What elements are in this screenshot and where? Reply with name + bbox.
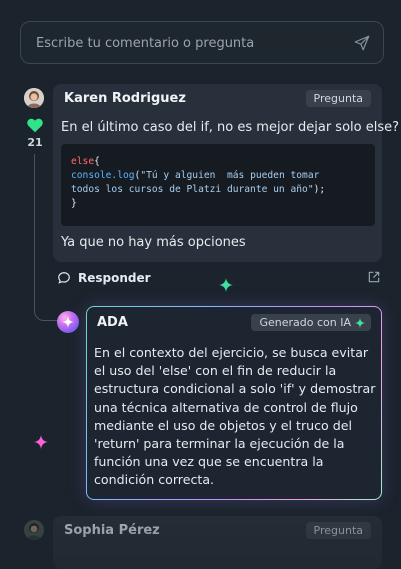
code-function: console.log — [71, 170, 135, 181]
avatar — [24, 88, 44, 108]
comment-question: En el último caso del if, no es mejor de… — [61, 120, 399, 135]
sparkle-icon — [355, 317, 365, 328]
question-badge: Pregunta — [305, 522, 371, 539]
chat-bubble-icon — [58, 272, 70, 284]
code-brace: { — [94, 156, 100, 167]
ada-avatar — [57, 311, 79, 333]
comment-author: Sophia Pérez — [64, 523, 160, 538]
sparkle-icon — [219, 278, 233, 292]
code-block: else{ console.log("Tú y alguien más pued… — [61, 144, 375, 226]
comment-search-box[interactable] — [20, 21, 384, 65]
ai-answer-card: ADA Generado con IA En el contexto del e… — [86, 306, 382, 500]
comment-author: Karen Rodriguez — [64, 91, 186, 106]
sparkle-icon — [34, 435, 48, 449]
avatar — [24, 520, 44, 540]
code-end: ); — [313, 184, 326, 195]
like-count: 21 — [27, 136, 43, 149]
comment-input[interactable] — [34, 22, 348, 65]
code-brace-close: } — [71, 198, 77, 209]
code-keyword: else — [71, 156, 95, 167]
comment-card: Karen Rodriguez Pregunta En el último ca… — [53, 84, 399, 262]
comment-card: Sophia Pérez Pregunta — [53, 516, 382, 569]
share-icon[interactable] — [367, 270, 381, 284]
ai-badge: Generado con IA — [251, 314, 371, 331]
ai-author: ADA — [97, 315, 128, 330]
send-icon[interactable] — [353, 34, 371, 52]
comment-followup: Ya que no hay más opciones — [61, 235, 246, 250]
heart-icon[interactable] — [26, 117, 44, 133]
ai-badge-label: Generado con IA — [259, 316, 351, 329]
reply-label: Responder — [78, 271, 151, 285]
ai-answer-text: En el contexto del ejercicio, se busca e… — [94, 345, 376, 488]
reply-button[interactable]: Responder — [57, 270, 151, 286]
question-badge: Pregunta — [305, 90, 371, 107]
